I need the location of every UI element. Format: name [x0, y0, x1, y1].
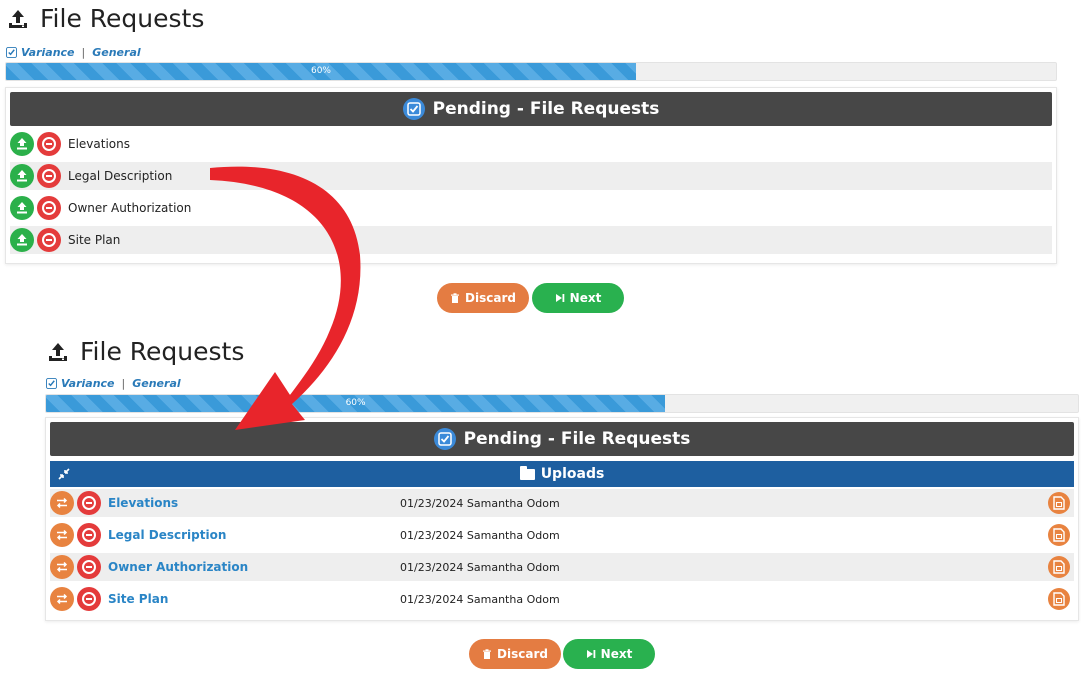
- request-label: Owner Authorization: [68, 201, 192, 215]
- page-title-text: File Requests: [80, 337, 245, 366]
- swap-arrows-icon[interactable]: [50, 587, 74, 611]
- pdf-file-icon[interactable]: [1048, 524, 1070, 546]
- breadcrumb-variance[interactable]: Variance: [61, 377, 115, 390]
- pdf-file-icon[interactable]: [1048, 492, 1070, 514]
- upload-icon[interactable]: [10, 228, 34, 252]
- check-square-icon: [6, 47, 17, 58]
- breadcrumb-variance[interactable]: Variance: [21, 46, 75, 59]
- panel-title: Pending - File Requests: [463, 429, 691, 449]
- check-square-icon: [46, 378, 57, 389]
- upload-icon[interactable]: [10, 196, 34, 220]
- table-row: Site Plan 01/23/2024 Samantha Odom: [50, 585, 1074, 613]
- progress-fill: 60%: [46, 395, 666, 412]
- uploads-header: Uploads: [50, 461, 1074, 487]
- page-title-top: File Requests: [6, 4, 204, 33]
- swap-arrows-icon[interactable]: [50, 523, 74, 547]
- trash-icon: [451, 293, 460, 303]
- breadcrumb-separator: |: [81, 46, 86, 59]
- step-forward-icon: [586, 650, 595, 658]
- list-item: Owner Authorization: [10, 194, 1052, 222]
- remove-circle-icon[interactable]: [77, 587, 101, 611]
- remove-circle-icon[interactable]: [77, 555, 101, 579]
- upload-tray-icon: [49, 342, 67, 361]
- table-row: Owner Authorization 01/23/2024 Samantha …: [50, 553, 1074, 581]
- upload-icon[interactable]: [10, 132, 34, 156]
- pdf-file-icon[interactable]: [1048, 556, 1070, 578]
- breadcrumb-general[interactable]: General: [132, 377, 180, 390]
- trash-icon: [483, 649, 492, 659]
- file-link[interactable]: Elevations: [108, 496, 178, 510]
- compress-icon[interactable]: [58, 468, 70, 480]
- upload-icon[interactable]: [10, 164, 34, 188]
- discard-button[interactable]: Discard: [437, 283, 529, 313]
- pending-panel-top: Pending - File Requests Elevations Legal…: [5, 87, 1057, 264]
- discard-button[interactable]: Discard: [469, 639, 561, 669]
- checkbox-badge-icon: [402, 98, 425, 120]
- upload-info: 01/23/2024 Samantha Odom: [400, 496, 560, 510]
- swap-arrows-icon[interactable]: [50, 491, 74, 515]
- remove-circle-icon[interactable]: [77, 491, 101, 515]
- next-button[interactable]: Next: [532, 283, 624, 313]
- uploads-label: Uploads: [540, 466, 605, 482]
- list-item: Site Plan: [10, 226, 1052, 254]
- breadcrumb-bottom: Variance | General: [46, 377, 181, 390]
- list-item: Legal Description: [10, 162, 1052, 190]
- table-row: Elevations 01/23/2024 Samantha Odom: [50, 489, 1074, 517]
- request-label: Elevations: [68, 137, 130, 151]
- next-label: Next: [569, 291, 602, 305]
- remove-circle-icon[interactable]: [37, 196, 61, 220]
- pdf-file-icon[interactable]: [1048, 588, 1070, 610]
- page-title-bottom: File Requests: [46, 337, 244, 366]
- step-forward-icon: [555, 294, 564, 302]
- remove-circle-icon[interactable]: [37, 228, 61, 252]
- remove-circle-icon[interactable]: [77, 523, 101, 547]
- folder-icon: [519, 465, 535, 480]
- discard-label: Discard: [465, 291, 516, 305]
- next-button[interactable]: Next: [563, 639, 655, 669]
- panel-header: Pending - File Requests: [50, 422, 1074, 456]
- progress-fill: 60%: [6, 63, 636, 80]
- upload-info: 01/23/2024 Samantha Odom: [400, 528, 560, 542]
- request-label: Site Plan: [68, 233, 121, 247]
- panel-title: Pending - File Requests: [432, 99, 660, 119]
- remove-circle-icon[interactable]: [37, 132, 61, 156]
- upload-tray-icon: [9, 9, 27, 28]
- progress-bar-top: 60%: [5, 62, 1057, 81]
- upload-info: 01/23/2024 Samantha Odom: [400, 592, 560, 606]
- upload-info: 01/23/2024 Samantha Odom: [400, 560, 560, 574]
- table-row: Legal Description 01/23/2024 Samantha Od…: [50, 521, 1074, 549]
- next-label: Next: [600, 647, 633, 661]
- pending-panel-bottom: Pending - File Requests Uploads Elevatio…: [45, 417, 1079, 621]
- file-link[interactable]: Site Plan: [108, 592, 168, 606]
- breadcrumb-separator: |: [121, 377, 126, 390]
- file-link[interactable]: Owner Authorization: [108, 560, 248, 574]
- checkbox-badge-icon: [433, 428, 456, 450]
- panel-header: Pending - File Requests: [10, 92, 1052, 126]
- swap-arrows-icon[interactable]: [50, 555, 74, 579]
- request-label: Legal Description: [68, 169, 173, 183]
- progress-bar-bottom: 60%: [45, 394, 1079, 413]
- remove-circle-icon[interactable]: [37, 164, 61, 188]
- file-link[interactable]: Legal Description: [108, 528, 226, 542]
- breadcrumb-general[interactable]: General: [92, 46, 140, 59]
- discard-label: Discard: [497, 647, 548, 661]
- breadcrumb-top: Variance | General: [6, 46, 141, 59]
- page-title-text: File Requests: [40, 4, 205, 33]
- list-item: Elevations: [10, 130, 1052, 158]
